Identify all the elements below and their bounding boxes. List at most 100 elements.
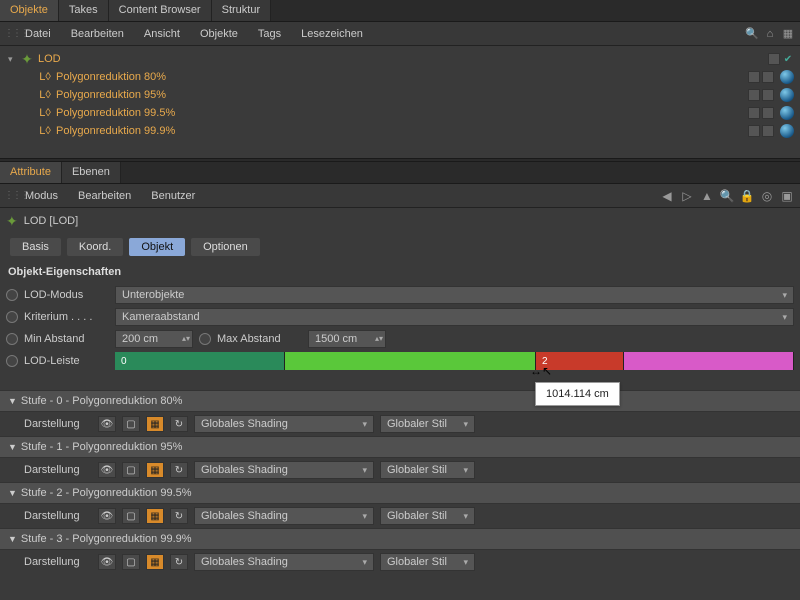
vis-badge[interactable] bbox=[762, 89, 774, 101]
wireframe-icon[interactable]: ▦ bbox=[146, 554, 164, 570]
shading-dropdown[interactable]: Globales Shading bbox=[194, 507, 374, 525]
stil-dropdown[interactable]: Globaler Stil bbox=[380, 461, 475, 479]
kriterium-dropdown[interactable]: Kameraabstand bbox=[115, 308, 794, 326]
tree-root[interactable]: ▾ ✦ LOD ✔ bbox=[0, 50, 800, 68]
tree-item[interactable]: L◊ Polygonreduktion 95% bbox=[0, 86, 800, 104]
render-icon[interactable]: ▢ bbox=[122, 462, 140, 478]
vis-badge[interactable] bbox=[762, 107, 774, 119]
refresh-icon[interactable]: ↻ bbox=[170, 416, 188, 432]
keyframe-dot[interactable] bbox=[199, 333, 211, 345]
menu-ansicht[interactable]: Ansicht bbox=[135, 25, 189, 43]
vis-badge[interactable] bbox=[762, 71, 774, 83]
object-tree: ▾ ✦ LOD ✔ L◊ Polygonreduktion 80% L◊ Pol… bbox=[0, 46, 800, 158]
keyframe-dot[interactable] bbox=[6, 311, 18, 323]
wireframe-icon[interactable]: ▦ bbox=[146, 416, 164, 432]
prop-label: LOD-Modus bbox=[24, 289, 109, 301]
prop-label: Max Abstand bbox=[217, 333, 302, 345]
attr-tab-basis[interactable]: Basis bbox=[10, 238, 61, 256]
eye-icon[interactable]: 👁 bbox=[98, 508, 116, 524]
lod-modus-dropdown[interactable]: Unterobjekte bbox=[115, 286, 794, 304]
wireframe-icon[interactable]: ▦ bbox=[146, 508, 164, 524]
stufe-title: Stufe - 3 - Polygonreduktion 99.9% bbox=[21, 533, 192, 545]
collapse-icon[interactable]: ▾ bbox=[8, 54, 18, 65]
vis-badge[interactable] bbox=[748, 107, 760, 119]
menu-objekte[interactable]: Objekte bbox=[191, 25, 247, 43]
vis-badge[interactable] bbox=[748, 89, 760, 101]
render-icon[interactable]: ▢ bbox=[122, 554, 140, 570]
darstellung-label: Darstellung bbox=[24, 556, 92, 568]
lod-segment[interactable]: 0 bbox=[115, 352, 285, 370]
shading-dropdown[interactable]: Globales Shading bbox=[194, 415, 374, 433]
tab-takes[interactable]: Takes bbox=[59, 0, 109, 21]
tab-objekte[interactable]: Objekte bbox=[0, 0, 59, 21]
vis-badge[interactable] bbox=[748, 71, 760, 83]
tree-item[interactable]: L◊ Polygonreduktion 80% bbox=[0, 68, 800, 86]
home-icon[interactable]: ⌂ bbox=[762, 28, 778, 40]
menu-bearbeiten[interactable]: Bearbeiten bbox=[62, 25, 133, 43]
stil-dropdown[interactable]: Globaler Stil bbox=[380, 507, 475, 525]
stufe-header[interactable]: ▼Stufe - 1 - Polygonreduktion 95% bbox=[0, 436, 800, 458]
render-icon[interactable]: ▢ bbox=[122, 416, 140, 432]
up-icon[interactable]: ▲ bbox=[698, 189, 716, 203]
tree-label: Polygonreduktion 99.5% bbox=[54, 107, 175, 119]
target-icon[interactable]: ◎ bbox=[758, 189, 776, 203]
tab-attribute[interactable]: Attribute bbox=[0, 162, 62, 183]
menu-modus[interactable]: Modus bbox=[16, 187, 67, 205]
nav-fwd-icon[interactable]: ▷ bbox=[678, 189, 696, 203]
tab-struktur[interactable]: Struktur bbox=[212, 0, 272, 21]
lod-segment[interactable] bbox=[624, 352, 794, 370]
eye-icon[interactable]: 👁 bbox=[98, 416, 116, 432]
vis-badge[interactable] bbox=[768, 53, 780, 65]
refresh-icon[interactable]: ↻ bbox=[170, 508, 188, 524]
sphere-icon bbox=[780, 106, 794, 120]
menu-bearbeiten[interactable]: Bearbeiten bbox=[69, 187, 140, 205]
lock-icon[interactable]: 🔒 bbox=[738, 189, 756, 203]
lod-leiste-bar[interactable]: 02 bbox=[115, 352, 794, 370]
menu-datei[interactable]: Datei bbox=[16, 25, 60, 43]
spinner-icon[interactable]: ▴▾ bbox=[182, 335, 190, 343]
lod-segment[interactable] bbox=[285, 352, 536, 370]
wireframe-icon[interactable]: ▦ bbox=[146, 462, 164, 478]
stil-dropdown[interactable]: Globaler Stil bbox=[380, 553, 475, 571]
keyframe-dot[interactable] bbox=[6, 289, 18, 301]
panel-icon[interactable]: ▦ bbox=[780, 27, 796, 40]
max-abstand-field[interactable]: 1500 cm▴▾ bbox=[308, 330, 386, 348]
keyframe-dot[interactable] bbox=[6, 333, 18, 345]
min-abstand-field[interactable]: 200 cm▴▾ bbox=[115, 330, 193, 348]
search-icon[interactable]: 🔍 bbox=[718, 189, 736, 203]
menu-lesezeichen[interactable]: Lesezeichen bbox=[292, 25, 372, 43]
tree-item[interactable]: L◊ Polygonreduktion 99.9% bbox=[0, 122, 800, 140]
refresh-icon[interactable]: ↻ bbox=[170, 462, 188, 478]
vis-badge[interactable] bbox=[748, 125, 760, 137]
new-icon[interactable]: ▣ bbox=[778, 189, 796, 203]
search-icon[interactable]: 🔍 bbox=[744, 27, 760, 40]
refresh-icon[interactable]: ↻ bbox=[170, 554, 188, 570]
shading-dropdown[interactable]: Globales Shading bbox=[194, 461, 374, 479]
attribute-menubar: ⋮⋮⋮ Modus Bearbeiten Benutzer ◀ ▷ ▲ 🔍 🔒 … bbox=[0, 184, 800, 208]
shading-dropdown[interactable]: Globales Shading bbox=[194, 553, 374, 571]
attr-tab-optionen[interactable]: Optionen bbox=[191, 238, 260, 256]
vis-badge[interactable] bbox=[762, 125, 774, 137]
tree-item[interactable]: L◊ Polygonreduktion 99.5% bbox=[0, 104, 800, 122]
menu-tags[interactable]: Tags bbox=[249, 25, 290, 43]
stil-dropdown[interactable]: Globaler Stil bbox=[380, 415, 475, 433]
tab-content-browser[interactable]: Content Browser bbox=[109, 0, 212, 21]
stufe-header[interactable]: ▼ Stufe - 3 - Polygonreduktion 99.9% bbox=[0, 528, 800, 550]
tab-ebenen[interactable]: Ebenen bbox=[62, 162, 121, 183]
eye-icon[interactable]: 👁 bbox=[98, 462, 116, 478]
check-icon[interactable]: ✔ bbox=[782, 53, 794, 65]
caret-down-icon: ▼ bbox=[8, 534, 17, 544]
stufe-title: Stufe - 0 - Polygonreduktion 80% bbox=[21, 395, 182, 407]
upper-tab-bar: Objekte Takes Content Browser Struktur bbox=[0, 0, 800, 22]
stufe-header[interactable]: ▼Stufe - 0 - Polygonreduktion 80% bbox=[0, 390, 800, 412]
attr-tab-objekt[interactable]: Objekt bbox=[129, 238, 185, 256]
keyframe-dot[interactable] bbox=[6, 355, 18, 367]
attr-tab-koord[interactable]: Koord. bbox=[67, 238, 123, 256]
stufe-header[interactable]: ▼Stufe - 2 - Polygonreduktion 99.5% bbox=[0, 482, 800, 504]
nav-back-icon[interactable]: ◀ bbox=[658, 189, 676, 203]
spinner-icon[interactable]: ▴▾ bbox=[375, 335, 383, 343]
render-icon[interactable]: ▢ bbox=[122, 508, 140, 524]
menu-benutzer[interactable]: Benutzer bbox=[142, 187, 204, 205]
eye-icon[interactable]: 👁 bbox=[98, 554, 116, 570]
prop-abstand: Min Abstand 200 cm▴▾ Max Abstand 1500 cm… bbox=[0, 328, 800, 350]
